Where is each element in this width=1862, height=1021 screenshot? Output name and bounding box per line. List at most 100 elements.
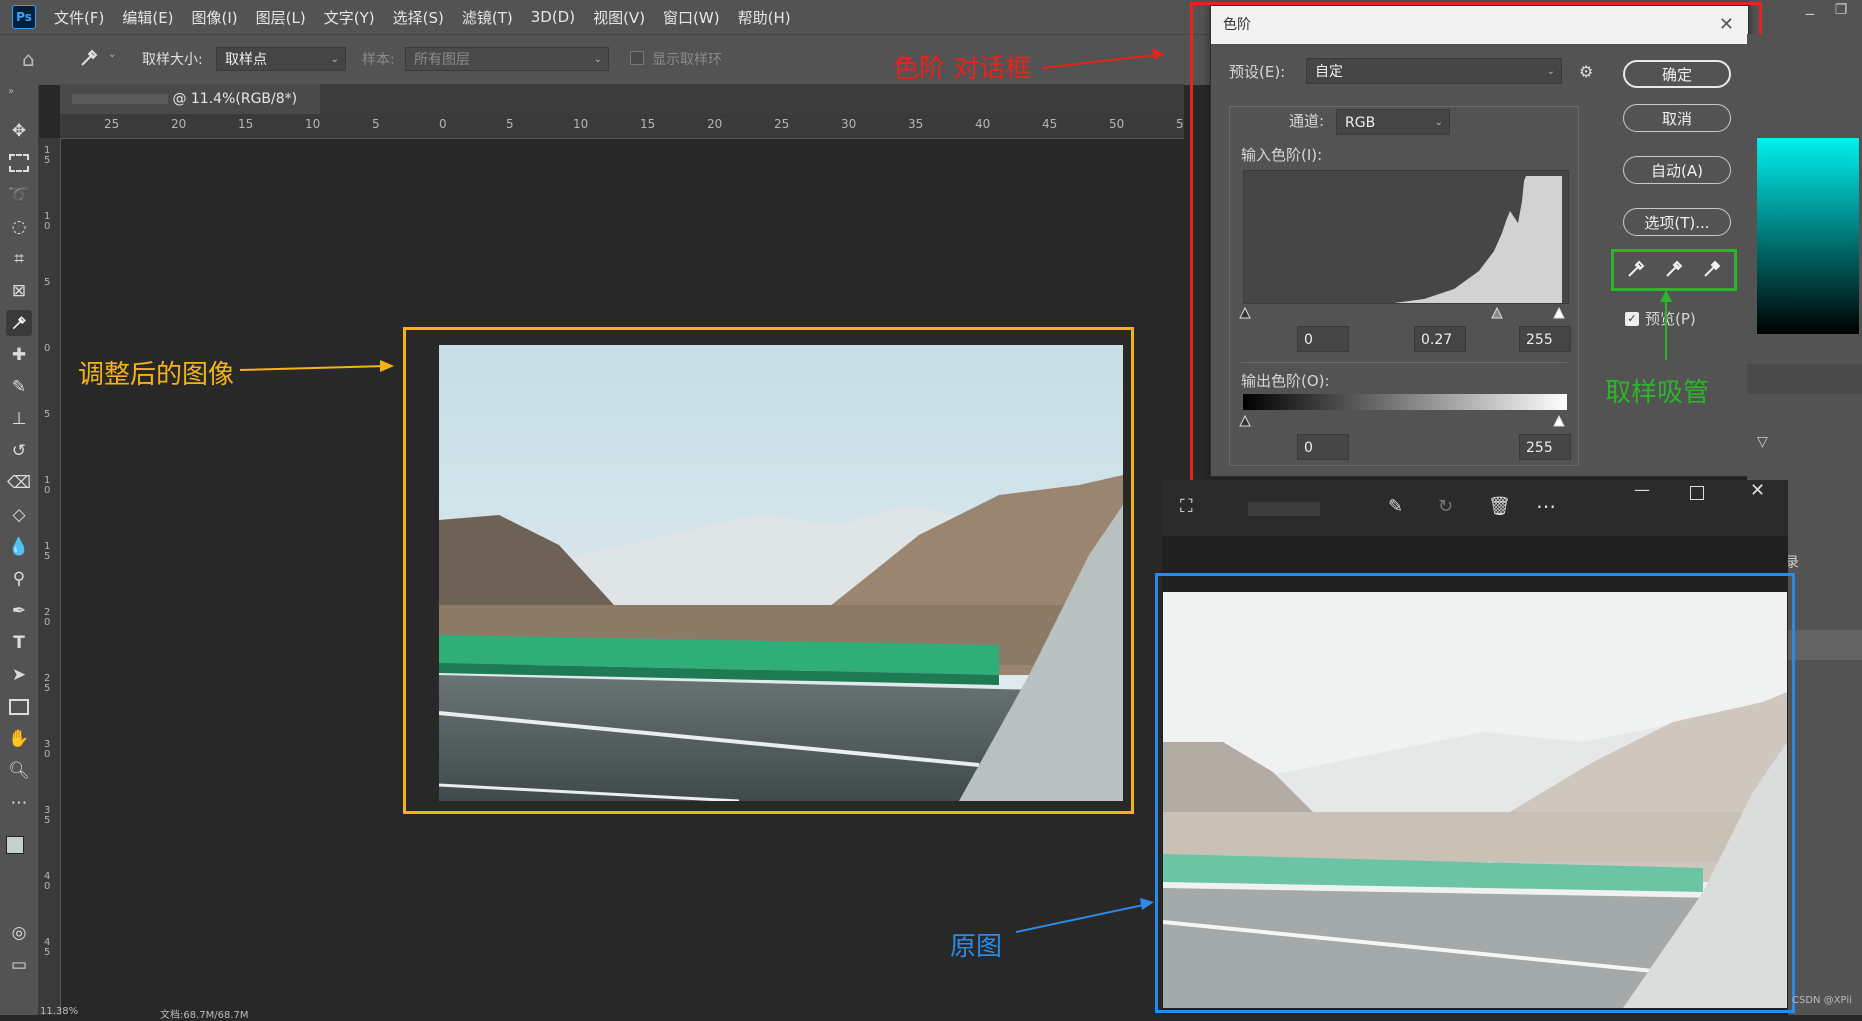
dodge-tool-icon[interactable]: ⚲ xyxy=(6,566,32,592)
ruler-tick-label: 4 0 xyxy=(44,871,51,892)
sample-size-value: 取样点 xyxy=(225,52,267,68)
zoom-tool-icon[interactable]: 🔍︎ xyxy=(6,758,32,784)
dialog-annotation: 色阶 对话框 xyxy=(893,54,1032,84)
paint-bucket-tool-icon[interactable]: ◇ xyxy=(6,502,32,528)
ruler-tick-label: 5 xyxy=(44,409,51,420)
menu-type[interactable]: 文字(Y) xyxy=(324,7,375,28)
eyedropper-annotation: 取样吸管 xyxy=(1605,378,1710,408)
color-picker-field[interactable] xyxy=(1757,138,1859,334)
lasso-tool-icon[interactable]: ➰ xyxy=(6,182,32,208)
path-selection-tool-icon[interactable]: ➤ xyxy=(6,662,32,688)
ruler-tick-label: 5 xyxy=(506,117,514,131)
ruler-tick-label: 25 xyxy=(774,117,790,131)
chevron-down-icon: ⌄ xyxy=(330,54,339,65)
blur-tool-icon[interactable]: 💧 xyxy=(6,534,32,560)
menu-select[interactable]: 选择(S) xyxy=(393,7,444,28)
rotate-icon[interactable]: ↻ xyxy=(1438,496,1453,517)
viewer-titlebar: ⛶ ✎ ↻ 🗑︎ ⋯ — ✕ xyxy=(1162,480,1788,536)
menu-filter[interactable]: 滤镜(T) xyxy=(462,7,513,28)
minimize-icon[interactable]: — xyxy=(1634,480,1650,499)
ruler-tick-label: 5 xyxy=(44,277,51,288)
document-tab-title: @ 11.4%(RGB/8*) xyxy=(172,91,298,107)
chevron-down-icon: ⌄ xyxy=(593,54,602,65)
show-ring-checkbox[interactable] xyxy=(630,51,644,65)
document-tab[interactable]: @ 11.4%(RGB/8*) × xyxy=(60,84,320,137)
home-icon[interactable]: ⌂ xyxy=(22,47,35,71)
doc-size-status: 文档:68.7M/68.7M xyxy=(160,1010,249,1021)
close-icon[interactable]: ✕ xyxy=(1750,480,1765,501)
ruler-tick-label: 5 xyxy=(372,117,380,131)
redacted-filename xyxy=(1248,502,1320,516)
toolbar: » ✥ ➰ ◌ ⌗ ⊠ ✚ ✎ ⊥ ↺ ⌫ ◇ 💧 ⚲ ✒ T ➤ ✋ 🔍︎ ⋯… xyxy=(0,84,39,1015)
orange-arrow-icon xyxy=(239,360,394,372)
ruler-tick-label: 40 xyxy=(975,117,991,131)
clone-stamp-tool-icon[interactable]: ⊥ xyxy=(6,406,32,432)
ruler-tick-label: 10 xyxy=(573,117,589,131)
ruler-tick-label: 20 xyxy=(707,117,723,131)
menu-layer[interactable]: 图层(L) xyxy=(256,7,306,28)
more-tools-icon[interactable]: ⋯ xyxy=(6,790,32,816)
panel-header xyxy=(1747,364,1862,394)
menu-edit[interactable]: 编辑(E) xyxy=(122,7,173,28)
healing-brush-tool-icon[interactable]: ✚ xyxy=(6,342,32,368)
ruler-tick-label: 0 xyxy=(44,343,51,354)
adjusted-image xyxy=(439,345,1123,801)
sample-size-label: 取样大小: xyxy=(142,52,203,68)
ruler-tick-label: 10 xyxy=(305,117,321,131)
original-image xyxy=(1163,592,1787,1008)
crop-tool-icon[interactable]: ⌗ xyxy=(6,246,32,272)
chevron-down-icon[interactable]: ⌄ xyxy=(108,49,116,60)
restore-icon[interactable]: ❐ xyxy=(1830,2,1852,24)
collapse-icon[interactable]: » xyxy=(8,86,14,97)
eraser-tool-icon[interactable]: ⌫ xyxy=(6,470,32,496)
more-icon[interactable]: ⋯ xyxy=(1536,494,1556,518)
show-ring-label: 显示取样环 xyxy=(652,52,722,68)
photos-app-icon: ⛶ xyxy=(1180,496,1193,517)
type-tool-icon[interactable]: T xyxy=(6,630,32,656)
maximize-icon[interactable] xyxy=(1690,486,1704,500)
ruler-tick-label: 1 5 xyxy=(44,145,51,166)
horizontal-ruler: 2520151050510152025303540455055 xyxy=(60,114,1184,139)
quick-selection-tool-icon[interactable]: ◌ xyxy=(6,214,32,240)
redacted-filename xyxy=(72,94,168,104)
menu-window[interactable]: 窗口(W) xyxy=(663,7,720,28)
foreground-color-swatch[interactable] xyxy=(6,836,24,854)
menu-image[interactable]: 图像(I) xyxy=(192,7,238,28)
rectangle-tool-icon[interactable] xyxy=(6,694,32,720)
ruler-tick-label: 55 xyxy=(1176,117,1184,131)
original-image-annotation: 原图 xyxy=(950,932,1003,962)
minimize-icon[interactable]: ‒ xyxy=(1800,4,1820,24)
delete-icon[interactable]: 🗑︎ xyxy=(1488,496,1511,517)
watermark: CSDN @XPii xyxy=(1792,995,1852,1006)
ruler-tick-label: 15 xyxy=(640,117,656,131)
frame-tool-icon[interactable]: ⊠ xyxy=(6,278,32,304)
green-arrow-icon xyxy=(1660,290,1672,360)
screen-mode-icon[interactable]: ▭ xyxy=(6,952,32,978)
sample-select[interactable]: 所有图层 ⌄ xyxy=(405,47,609,71)
hand-tool-icon[interactable]: ✋ xyxy=(6,726,32,752)
ruler-tick-label: 3 5 xyxy=(44,805,51,826)
menu-file[interactable]: 文件(F) xyxy=(54,7,104,28)
quick-mask-icon[interactable]: ◎ xyxy=(6,920,32,946)
menu-3d[interactable]: 3D(D) xyxy=(531,8,575,26)
ruler-tick-label: 50 xyxy=(1109,117,1125,131)
ruler-tick-label: 4 5 xyxy=(44,937,51,958)
edit-image-icon[interactable]: ✎ xyxy=(1388,496,1403,517)
panel-menu-icon[interactable]: ▽ xyxy=(1757,434,1768,450)
pen-tool-icon[interactable]: ✒ xyxy=(6,598,32,624)
red-arrow-icon xyxy=(1041,48,1165,69)
eyedropper-tool-icon[interactable] xyxy=(6,310,32,336)
ruler-tick-label: 45 xyxy=(1042,117,1058,131)
brush-tool-icon[interactable]: ✎ xyxy=(6,374,32,400)
sample-size-select[interactable]: 取样点 ⌄ xyxy=(216,47,346,71)
eyedropper-tool-preset-icon[interactable] xyxy=(74,43,104,73)
menu-help[interactable]: 帮助(H) xyxy=(738,7,791,28)
move-tool-icon[interactable]: ✥ xyxy=(6,118,32,144)
adjusted-image-annotation: 调整后的图像 xyxy=(78,360,235,390)
menu-view[interactable]: 视图(V) xyxy=(593,7,645,28)
history-brush-tool-icon[interactable]: ↺ xyxy=(6,438,32,464)
ruler-tick-label: 1 0 xyxy=(44,211,51,232)
photoshop-logo-icon: Ps xyxy=(12,5,36,29)
zoom-status: 11.38% xyxy=(40,1006,79,1017)
marquee-tool-icon[interactable] xyxy=(6,150,32,176)
